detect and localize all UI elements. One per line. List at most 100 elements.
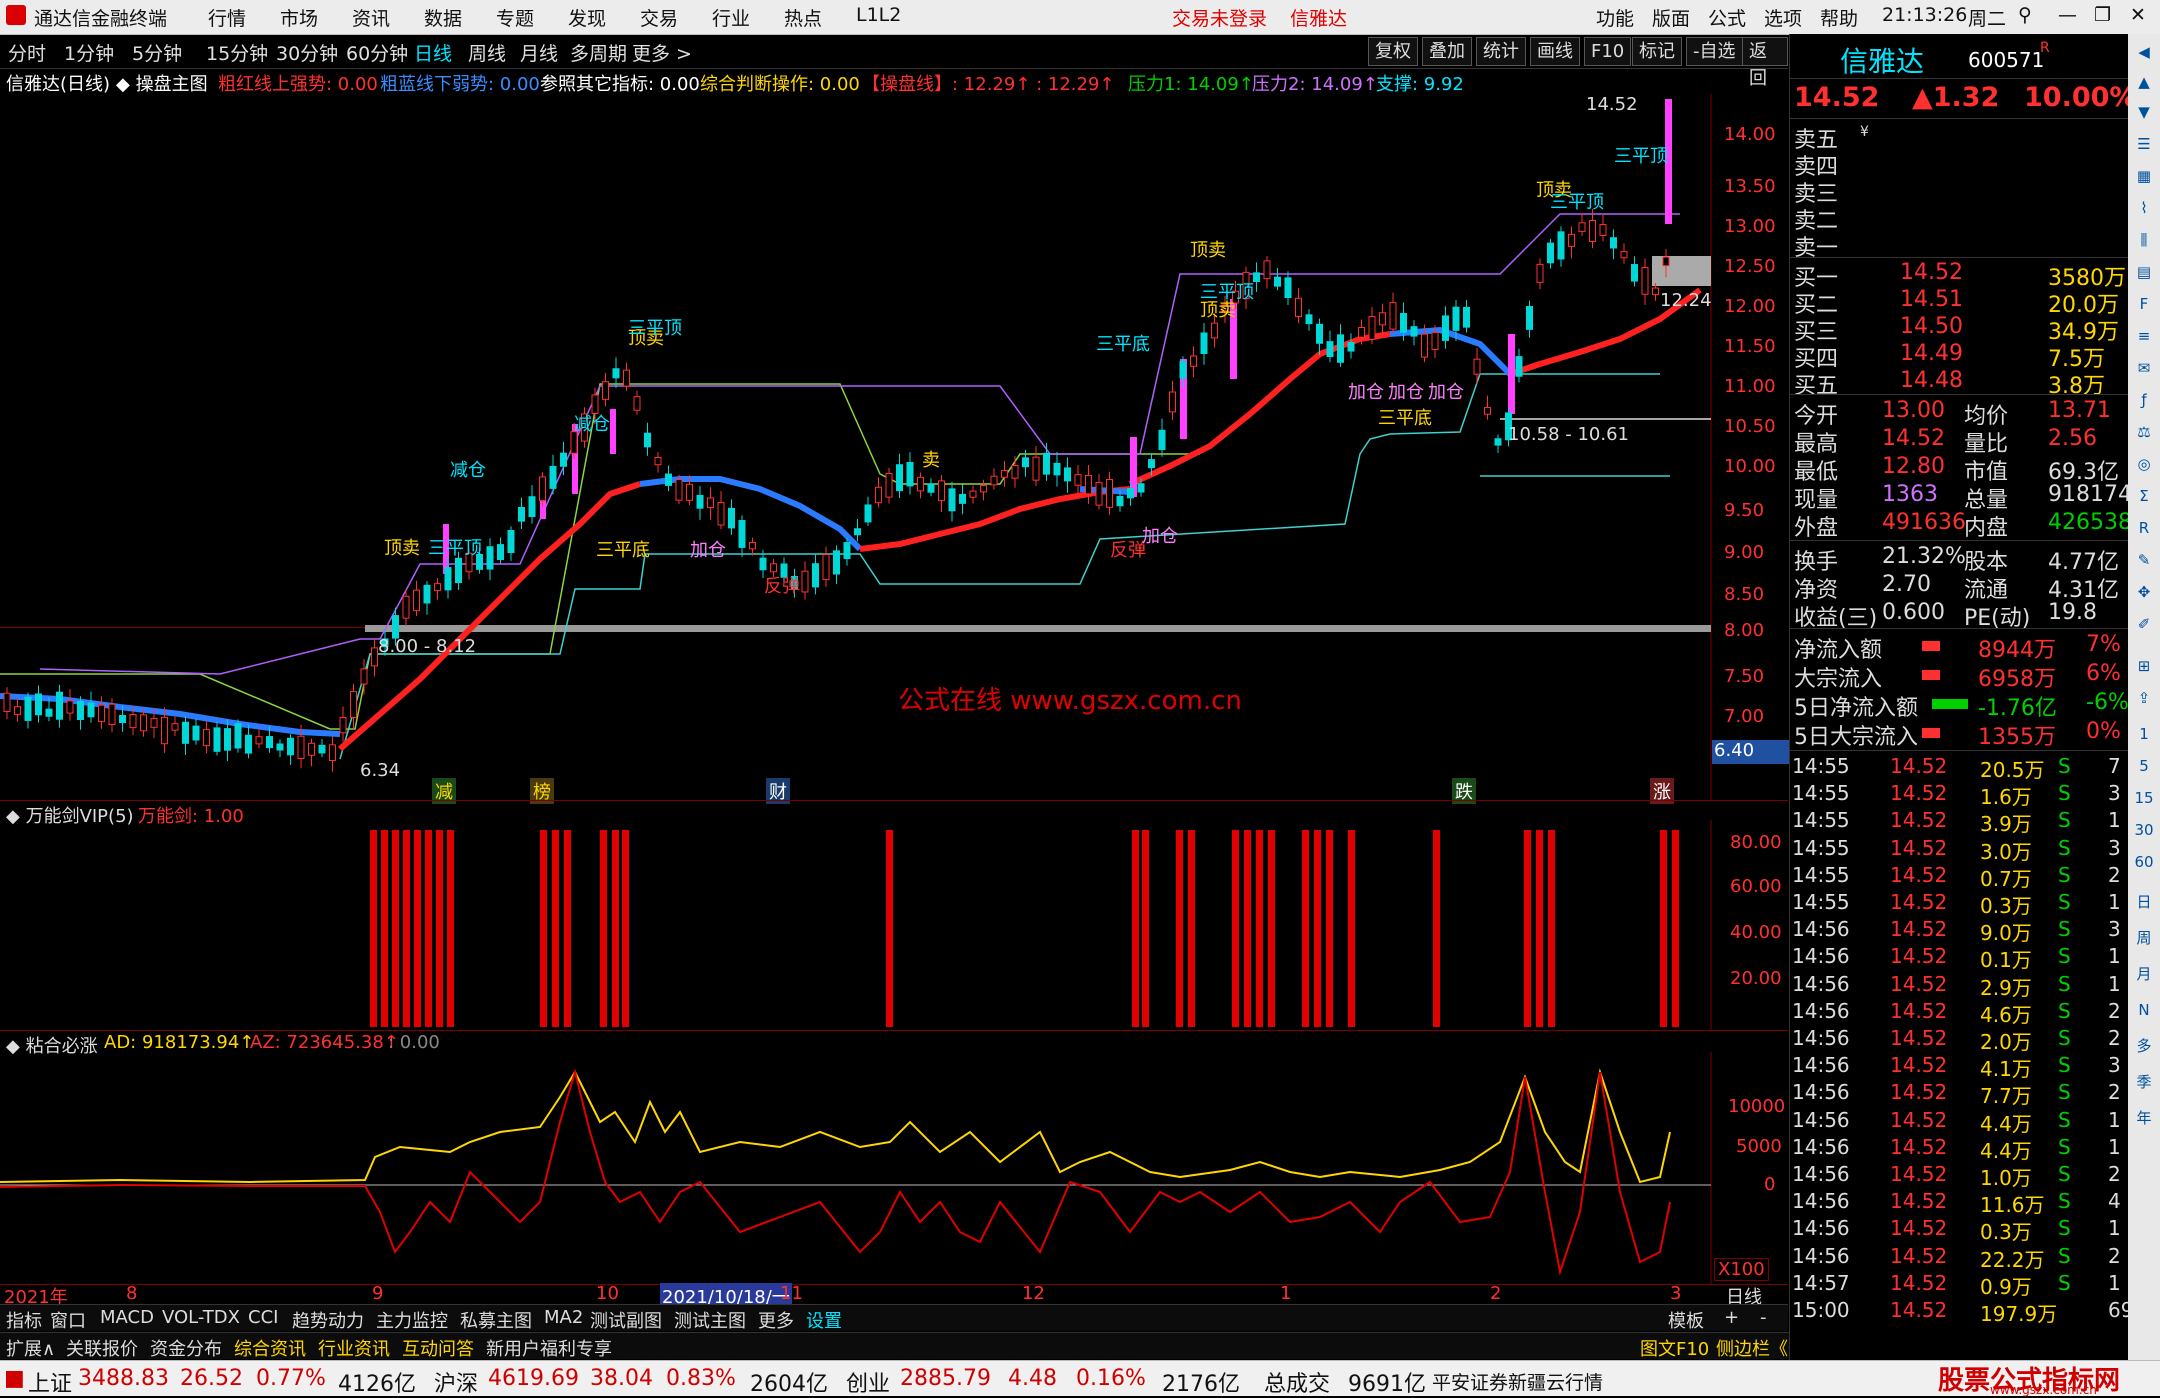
close-icon[interactable]: ✕ [2130, 4, 2146, 26]
tick-row[interactable]: 15:00 14.52 197.9万 69 [1790, 1298, 2133, 1326]
menu-item[interactable]: 行业 [712, 4, 750, 31]
tick-row[interactable]: 14:55 14.52 0.3万 S 1 [1790, 890, 2128, 918]
stat-row[interactable]: 今开 13.00 均价 13.71 [1790, 398, 2128, 429]
tick-row[interactable]: 14:55 14.52 0.7万 S 2 [1790, 863, 2128, 891]
indicator-tab[interactable]: CCI [246, 1307, 280, 1328]
extension-tab[interactable]: 综合资讯 [232, 1335, 308, 1361]
remove-button[interactable]: - [1758, 1307, 1769, 1328]
list-icon[interactable]: ☰ [2132, 132, 2156, 156]
tick-row[interactable]: 14:56 14.52 4.1万 S 3 [1790, 1053, 2128, 1081]
back-icon[interactable]: ◀ [2132, 40, 2156, 64]
tick-row[interactable]: 14:56 14.52 7.7万 S 2 [1790, 1080, 2128, 1108]
period-tab[interactable]: 60分钟 [346, 39, 408, 66]
period-tab[interactable]: 周线 [468, 39, 506, 66]
tick-row[interactable]: 14:55 14.52 20.5万 S 7 [1790, 754, 2128, 782]
period-tab[interactable]: 30分钟 [276, 39, 338, 66]
restore-icon[interactable]: ❐ [2094, 4, 2111, 26]
period-tab[interactable]: 月线 [520, 39, 558, 66]
period-tab[interactable]: 5分钟 [132, 39, 182, 66]
toolbar-button[interactable]: 画线 [1530, 37, 1580, 66]
tick-row[interactable]: 14:56 14.52 2.0万 S 2 [1790, 1026, 2128, 1054]
compare-icon[interactable]: ⚖ [2132, 420, 2156, 444]
period-tool[interactable]: 季 [2132, 1070, 2156, 1094]
stat-row[interactable]: 最低 12.80 市值 69.3亿 [1790, 454, 2128, 485]
extension-tab[interactable]: 行业资讯 [316, 1335, 392, 1361]
tick-row[interactable]: 14:56 14.52 1.0万 S 2 [1790, 1162, 2128, 1190]
period-num[interactable]: 30 [2132, 818, 2156, 842]
indicator-tab[interactable]: 窗口 [48, 1307, 88, 1333]
tick-row[interactable]: 14:56 14.52 2.9万 S 1 [1790, 972, 2128, 1000]
toolbar-button[interactable]: 返回 [1742, 37, 1788, 89]
toolbar-button[interactable]: 标记 [1632, 37, 1682, 66]
indicator-tab[interactable]: MACD [98, 1307, 156, 1328]
extension-tab[interactable]: 互动问答 [400, 1335, 476, 1361]
index-label[interactable]: 创业 [846, 1366, 890, 1398]
tick-row[interactable]: 14:56 14.52 9.0万 S 3 [1790, 917, 2128, 945]
period-tab[interactable]: 更多 > [632, 39, 692, 66]
menu-item[interactable]: 市场 [280, 4, 318, 31]
tick-row[interactable]: 14:56 14.52 22.2万 S 2 [1790, 1244, 2128, 1272]
up-icon[interactable]: ▲ [2132, 70, 2156, 94]
login-status[interactable]: 交易未登录 [1172, 4, 1267, 31]
settings-tab[interactable]: 设置 [804, 1307, 844, 1333]
stat-row[interactable]: 收益(三) 0.600 PE(动) 19.8 [1790, 600, 2128, 631]
menu-item[interactable]: 公式 [1708, 4, 1746, 31]
period-tool[interactable]: 多 [2132, 1034, 2156, 1058]
extension-tab[interactable]: 新用户福利专享 [484, 1335, 614, 1361]
template-button[interactable]: 模板 [1666, 1307, 1706, 1333]
period-num[interactable]: 60 [2132, 850, 2156, 874]
tick-row[interactable]: 14:55 14.52 3.0万 S 3 [1790, 836, 2128, 864]
bid-row[interactable]: 买四 14.49 7.5万 [1790, 341, 2128, 372]
indicator-tab[interactable]: MA2 [542, 1307, 585, 1328]
indicator-name[interactable]: ◆ 操盘主图 [116, 70, 208, 96]
fs-icon[interactable]: ⊞ [2132, 654, 2156, 678]
menu-item[interactable]: 交易 [640, 4, 678, 31]
news-icon[interactable]: ✉ [2132, 356, 2156, 380]
index-label[interactable]: 沪深 [434, 1366, 478, 1398]
period-num[interactable]: 5 [2132, 754, 2156, 778]
tick-row[interactable]: 14:55 14.52 1.6万 S 3 [1790, 781, 2128, 809]
ask-row[interactable]: 卖一 [1790, 230, 2128, 261]
formula-icon[interactable]: ƒ [2132, 388, 2156, 412]
target-icon[interactable]: ◎ [2132, 452, 2156, 476]
extension-tab[interactable]: 图文F10 [1638, 1335, 1711, 1361]
extension-tab[interactable]: 扩展∧ [4, 1335, 57, 1361]
indicator-tab[interactable]: 更多 [756, 1307, 796, 1333]
tick-row[interactable]: 14:55 14.52 3.9万 S 1 [1790, 808, 2128, 836]
period-num[interactable]: 1 [2132, 722, 2156, 746]
tick-row[interactable]: 14:56 14.52 4.6万 S 2 [1790, 999, 2128, 1027]
toolbar-button[interactable]: 叠加 [1422, 37, 1472, 66]
stat-row[interactable]: 现量 1363 总量 918174 [1790, 482, 2132, 513]
bid-row[interactable]: 买一 14.52 3580万 [1790, 260, 2128, 291]
indicator-tab[interactable]: 私募主图 [458, 1307, 534, 1333]
indicator-tab[interactable]: 测试主图 [672, 1307, 748, 1333]
period-tool[interactable]: 月 [2132, 962, 2156, 986]
period-tab-selected[interactable]: 日线 [414, 39, 452, 66]
ask-row[interactable]: 卖四 [1790, 149, 2128, 180]
period-tool[interactable]: 日 [2132, 890, 2156, 914]
minimize-icon[interactable]: — [2058, 4, 2077, 26]
stat-row[interactable]: 换手 21.32% 股本 4.77亿 [1790, 544, 2128, 575]
menu-item[interactable]: 专题 [496, 4, 534, 31]
indicator-tab[interactable]: 测试副图 [588, 1307, 664, 1333]
toolbar-button[interactable]: 统计 [1476, 37, 1526, 66]
flow-row[interactable]: 5日大宗流入 1355万 0% [1790, 719, 2128, 750]
extension-tab[interactable]: 关联报价 [64, 1335, 140, 1361]
menu-item[interactable]: 发现 [568, 4, 606, 31]
search-icon[interactable]: ⚲ [2018, 4, 2032, 26]
f10-icon[interactable]: F [2132, 292, 2156, 316]
ask-row[interactable]: 卖二 [1790, 203, 2128, 234]
ask-row[interactable]: 卖五 ¥ [1790, 122, 2128, 153]
toolbar-button[interactable]: 复权 [1368, 37, 1418, 66]
menu-item[interactable]: 行情 [208, 4, 246, 31]
bid-row[interactable]: 买二 14.51 20.0万 [1790, 287, 2128, 318]
toolbar-button[interactable]: F10 [1584, 37, 1632, 66]
indicator-tab[interactable]: 趋势动力 [290, 1307, 366, 1333]
tool-icon[interactable]: ✎ [2132, 548, 2156, 572]
index-label[interactable]: 上证 [28, 1366, 72, 1398]
menu-item[interactable]: 资讯 [352, 4, 390, 31]
menu-item[interactable]: 版面 [1652, 4, 1690, 31]
extension-tab[interactable]: 资金分布 [148, 1335, 224, 1361]
sub1-chart[interactable] [0, 820, 1788, 1030]
draw-icon[interactable]: ✐ [2132, 612, 2156, 636]
